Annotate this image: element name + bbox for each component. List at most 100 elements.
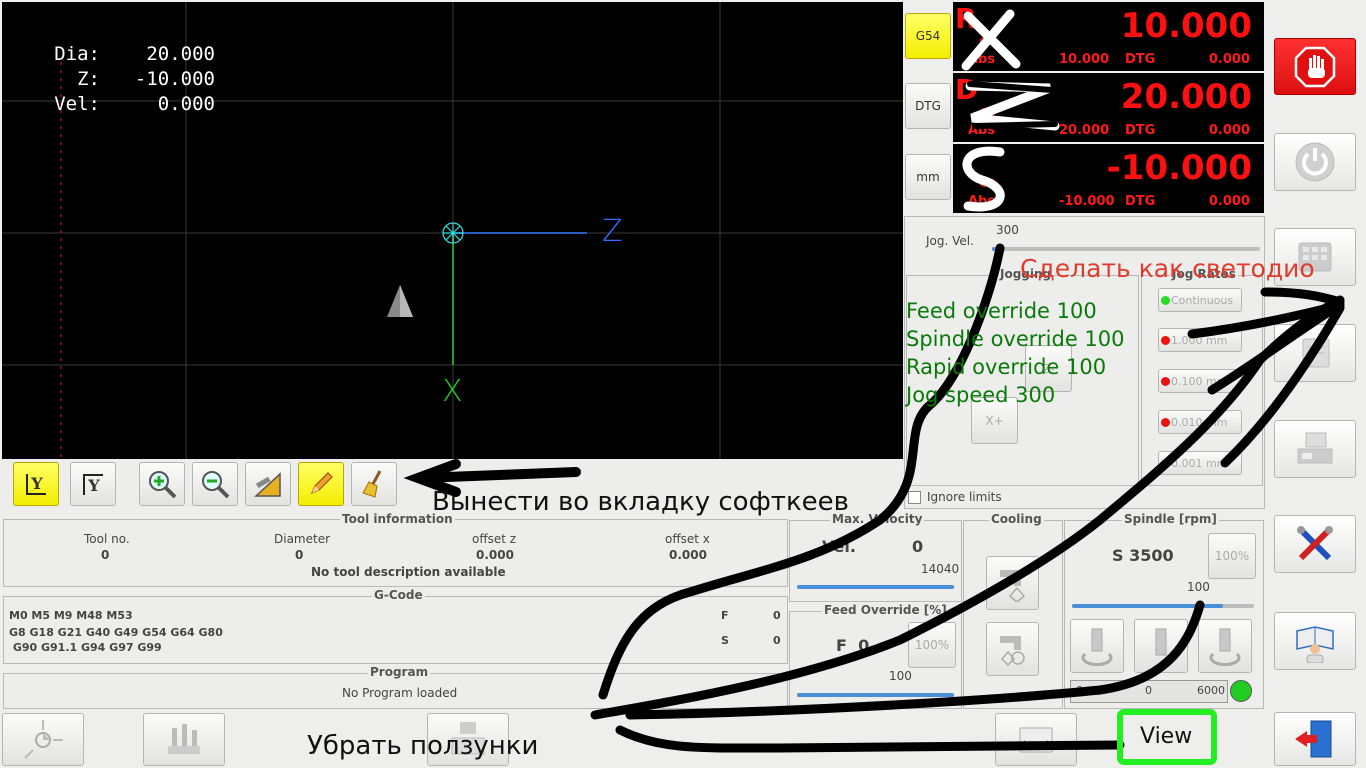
annotation-sliders-note: Убрать ползунки [307,731,539,761]
diameter-header: Diameter [274,532,331,546]
jog-rate-button[interactable]: 0.001 mm [1158,451,1242,475]
jog-rate-button[interactable]: Continuous [1158,288,1242,312]
view-button[interactable]: View [1140,724,1192,749]
gcode-s-label: S [721,634,729,647]
tool-description: No tool description available [311,565,506,579]
gcode-s-value: 0 [773,634,781,647]
jog-rate-led [1161,336,1170,345]
cooling-panel [963,520,1063,709]
draw-pencil-button[interactable] [298,462,344,506]
spindle-ccw-button[interactable] [1070,619,1124,673]
units-button[interactable]: mm [905,154,951,200]
annotation-overrides: Feed override 100 Spindle override 100 R… [906,299,1125,407]
jog-rate-led [1161,377,1170,386]
spindle-cw-button[interactable] [1198,619,1252,673]
view-y-button[interactable]: Y [13,462,59,506]
estop-button[interactable] [1274,38,1356,95]
machine-icon [1297,432,1333,464]
gcode-title: G-Code [372,588,425,602]
jog-rate-button[interactable]: 0.100 mm [1158,369,1242,393]
annotation-softkeys-note: Вынести во вкладку софткеев [432,487,849,517]
velocity-panel [789,520,962,602]
gcode-line-2: G8 G18 G21 G40 G49 G54 G64 G80 [9,626,223,639]
ignore-limits-checkbox[interactable] [908,491,921,504]
toolpath-preview[interactable]: Dia: 20.000 Z: -10.000 Vel: 0.000 Z X [2,2,903,459]
gcode-f-value: 0 [773,609,781,622]
velocity-slider[interactable] [797,585,954,589]
jog-rate-led [1161,296,1170,305]
fullscreen-icon [1019,727,1053,752]
dro-row-z: Z: -10.000 [77,68,215,90]
dtg-button[interactable]: DTG [905,83,951,129]
feed-max: 100 [889,669,912,683]
offset-z-value: 0.000 [476,548,514,562]
g54-button[interactable]: G54 [905,13,951,59]
touch-off-button[interactable] [143,713,225,766]
gcode-f-label: F [721,609,729,622]
mist-coolant-button[interactable] [986,622,1039,676]
feed-value: F 0 [836,636,870,655]
fullscreen-button[interactable] [995,713,1077,766]
mdi-mode-button[interactable] [1274,324,1356,382]
view-y-flip-icon: Y [83,473,103,495]
preview-dro: Dia: 20.000 Z: -10.000 Vel: 0.000 [45,42,215,117]
program-title: Program [368,665,431,679]
user-manual-button[interactable] [1274,612,1356,670]
spindle-bar-min: 0 [1076,684,1083,697]
zoom-out-button[interactable] [192,462,238,506]
spindle-ccw-icon [1081,628,1113,666]
dro-row-dia: Dia: 20.000 [54,43,215,65]
tool-no-header: Tool no. [84,532,130,546]
jog-velocity-slider[interactable] [992,247,1260,251]
stop-hand-icon [1294,46,1336,87]
origin-marker-icon [442,222,464,244]
user-book-icon [1296,626,1334,663]
home-axes-button[interactable] [2,713,84,766]
power-icon [1295,142,1335,182]
clear-broom-icon [362,470,382,498]
jog-rate-button[interactable]: 0.010 mm [1158,410,1242,434]
zoom-in-icon [149,471,177,499]
spindle-status-led [1230,680,1252,702]
auto-mode-button[interactable] [1274,420,1356,478]
view-y-flip-button[interactable]: Y [70,462,116,506]
feed-override-slider[interactable] [797,693,954,697]
axis-x-label: X [442,374,463,409]
spindle-reset-button[interactable]: 100% [1208,533,1256,579]
zoom-in-button[interactable] [139,462,185,506]
spindle-stop-button[interactable] [1134,619,1188,673]
dimensions-icon [254,472,281,497]
dimensions-button[interactable] [245,462,291,506]
clear-preview-button[interactable] [351,462,397,506]
jog-vel-label: Jog. Vel. [926,234,974,248]
offset-x-value: 0.000 [669,548,707,562]
tool-no-value: 0 [101,548,110,562]
spindle-bar-current: 0 [1145,684,1152,697]
offset-z-header: offset z [472,532,517,546]
zoom-out-icon [202,471,230,499]
mdi-icon [1302,338,1330,368]
spindle-title: Spindle [rpm] [1122,512,1219,526]
spindle-override-fill [1072,604,1224,608]
jog-vel-value: 300 [996,223,1019,237]
jog-rate-button[interactable]: 1.000 mm [1158,328,1242,352]
feed-override-fill [797,693,954,697]
exit-button[interactable] [1274,712,1356,766]
jog-rate-led [1161,418,1170,427]
mist-faucet-icon [999,636,1025,667]
velocity-max: 14040 [921,562,960,576]
jog-velocity-fill [992,247,995,251]
feed-override-title: Feed Override [%] [822,603,949,617]
velocity-label: Vel. [822,537,856,556]
feed-reset-button[interactable]: 100% [908,622,956,668]
axis-dro-z: G5 -10.000 Abs -10.000 DTG 0.000 [953,144,1264,213]
flood-coolant-button[interactable] [986,556,1039,610]
spindle-stop-icon [1155,628,1167,656]
power-button[interactable] [1274,133,1356,191]
view-y-icon: Y [26,473,46,495]
axis-dro-d: D G5 20.000 Abs 20.000 DTG 0.000 [953,73,1264,142]
settings-button[interactable] [1274,515,1356,573]
faucet-icon [999,570,1025,602]
spindle-override-value: 100 [1187,580,1210,594]
spindle-override-slider[interactable] [1072,604,1254,608]
